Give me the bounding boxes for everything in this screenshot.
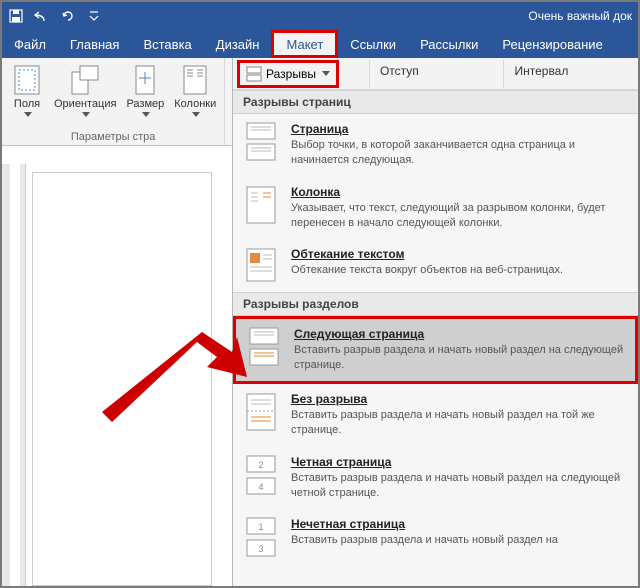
chevron-down-icon xyxy=(24,112,32,117)
document-page[interactable] xyxy=(32,172,212,586)
break-text-wrapping[interactable]: Обтекание текстом Обтекание текста вокру… xyxy=(233,239,638,292)
ribbon-group-page-setup: Поля Ориентация Размер Колонки xyxy=(2,58,225,145)
text-wrapping-desc: Обтекание текста вокруг объектов на веб-… xyxy=(291,263,628,278)
indent-label: Отступ xyxy=(380,64,419,78)
tab-design[interactable]: Дизайн xyxy=(204,30,272,58)
breaks-gallery: Разрывы Отступ Интервал Разрывы страниц … xyxy=(232,58,638,586)
page-breaks-section: Разрывы страниц xyxy=(233,90,638,114)
svg-text:1: 1 xyxy=(258,522,263,532)
even-page-title: Четная страница xyxy=(291,455,628,469)
column-break-icon xyxy=(243,185,279,231)
margins-label: Поля xyxy=(14,98,40,110)
customize-qat-icon[interactable] xyxy=(86,8,102,24)
tab-mailings[interactable]: Рассылки xyxy=(408,30,490,58)
break-column[interactable]: Колонка Указывает, что текст, следующий … xyxy=(233,177,638,240)
continuous-title: Без разрыва xyxy=(291,392,628,406)
save-icon[interactable] xyxy=(8,8,24,24)
even-page-desc: Вставить разрыв раздела и начать новый р… xyxy=(291,471,628,501)
tab-layout[interactable]: Макет xyxy=(271,30,338,58)
tab-home[interactable]: Главная xyxy=(58,30,131,58)
break-continuous[interactable]: Без разрыва Вставить разрыв раздела и на… xyxy=(233,384,638,447)
margins-icon xyxy=(11,64,43,96)
orientation-label: Ориентация xyxy=(54,98,116,110)
break-odd-page[interactable]: 13 Нечетная страница Вставить разрыв раз… xyxy=(233,509,638,568)
next-page-title: Следующая страница xyxy=(294,327,625,341)
odd-page-title: Нечетная страница xyxy=(291,517,628,531)
continuous-icon xyxy=(243,392,279,438)
chevron-down-icon xyxy=(82,112,90,117)
columns-button[interactable]: Колонки xyxy=(170,62,220,129)
column-break-title: Колонка xyxy=(291,185,628,199)
chevron-down-icon xyxy=(192,112,200,117)
orientation-icon xyxy=(69,64,101,96)
ribbon-tabs: Файл Главная Вставка Дизайн Макет Ссылки… xyxy=(2,30,638,58)
text-wrapping-icon xyxy=(243,247,279,283)
columns-icon xyxy=(179,64,211,96)
section-breaks-section: Разрывы разделов xyxy=(233,292,638,316)
even-page-icon: 24 xyxy=(243,455,279,501)
undo-icon[interactable] xyxy=(34,8,50,24)
gallery-header: Разрывы Отступ Интервал xyxy=(233,58,638,90)
redo-icon[interactable] xyxy=(60,8,76,24)
size-label: Размер xyxy=(126,98,164,110)
tab-review[interactable]: Рецензирование xyxy=(490,30,614,58)
page-setup-group-label: Параметры стра xyxy=(6,129,220,143)
svg-text:3: 3 xyxy=(258,544,263,554)
columns-label: Колонки xyxy=(174,98,216,110)
indent-group[interactable]: Отступ xyxy=(369,60,504,88)
size-button[interactable]: Размер xyxy=(122,62,168,129)
break-even-page[interactable]: 24 Четная страница Вставить разрыв разде… xyxy=(233,447,638,510)
break-page[interactable]: Страница Выбор точки, в которой заканчив… xyxy=(233,114,638,177)
page-break-title: Страница xyxy=(291,122,628,136)
odd-page-desc: Вставить разрыв раздела и начать новый р… xyxy=(291,533,628,548)
tab-file[interactable]: Файл xyxy=(2,30,58,58)
chevron-down-icon xyxy=(142,112,150,117)
continuous-desc: Вставить разрыв раздела и начать новый р… xyxy=(291,408,628,438)
chevron-down-icon xyxy=(322,71,330,76)
odd-page-icon: 13 xyxy=(243,517,279,559)
breaks-button[interactable]: Разрывы xyxy=(237,60,339,88)
spacing-label: Интервал xyxy=(514,64,568,78)
title-bar: Очень важный док xyxy=(2,2,638,30)
svg-text:4: 4 xyxy=(258,482,263,492)
text-wrapping-title: Обтекание текстом xyxy=(291,247,628,261)
document-title: Очень важный док xyxy=(528,9,632,23)
breaks-icon xyxy=(246,66,262,82)
size-icon xyxy=(129,64,161,96)
svg-text:2: 2 xyxy=(258,460,263,470)
spacing-group[interactable]: Интервал xyxy=(503,60,638,88)
orientation-button[interactable]: Ориентация xyxy=(50,62,120,129)
vertical-ruler[interactable] xyxy=(2,164,26,586)
tab-references[interactable]: Ссылки xyxy=(338,30,408,58)
tab-insert[interactable]: Вставка xyxy=(131,30,203,58)
page-break-icon xyxy=(243,122,279,168)
column-break-desc: Указывает, что текст, следующий за разры… xyxy=(291,201,628,231)
margins-button[interactable]: Поля xyxy=(6,62,48,129)
page-break-desc: Выбор точки, в которой заканчивается одн… xyxy=(291,138,628,168)
next-page-desc: Вставить разрыв раздела и начать новый р… xyxy=(294,343,625,373)
break-next-page[interactable]: Следующая страница Вставить разрыв разде… xyxy=(233,316,638,384)
breaks-label: Разрывы xyxy=(266,67,316,81)
quick-access-toolbar xyxy=(8,8,102,24)
next-page-icon xyxy=(246,327,282,373)
